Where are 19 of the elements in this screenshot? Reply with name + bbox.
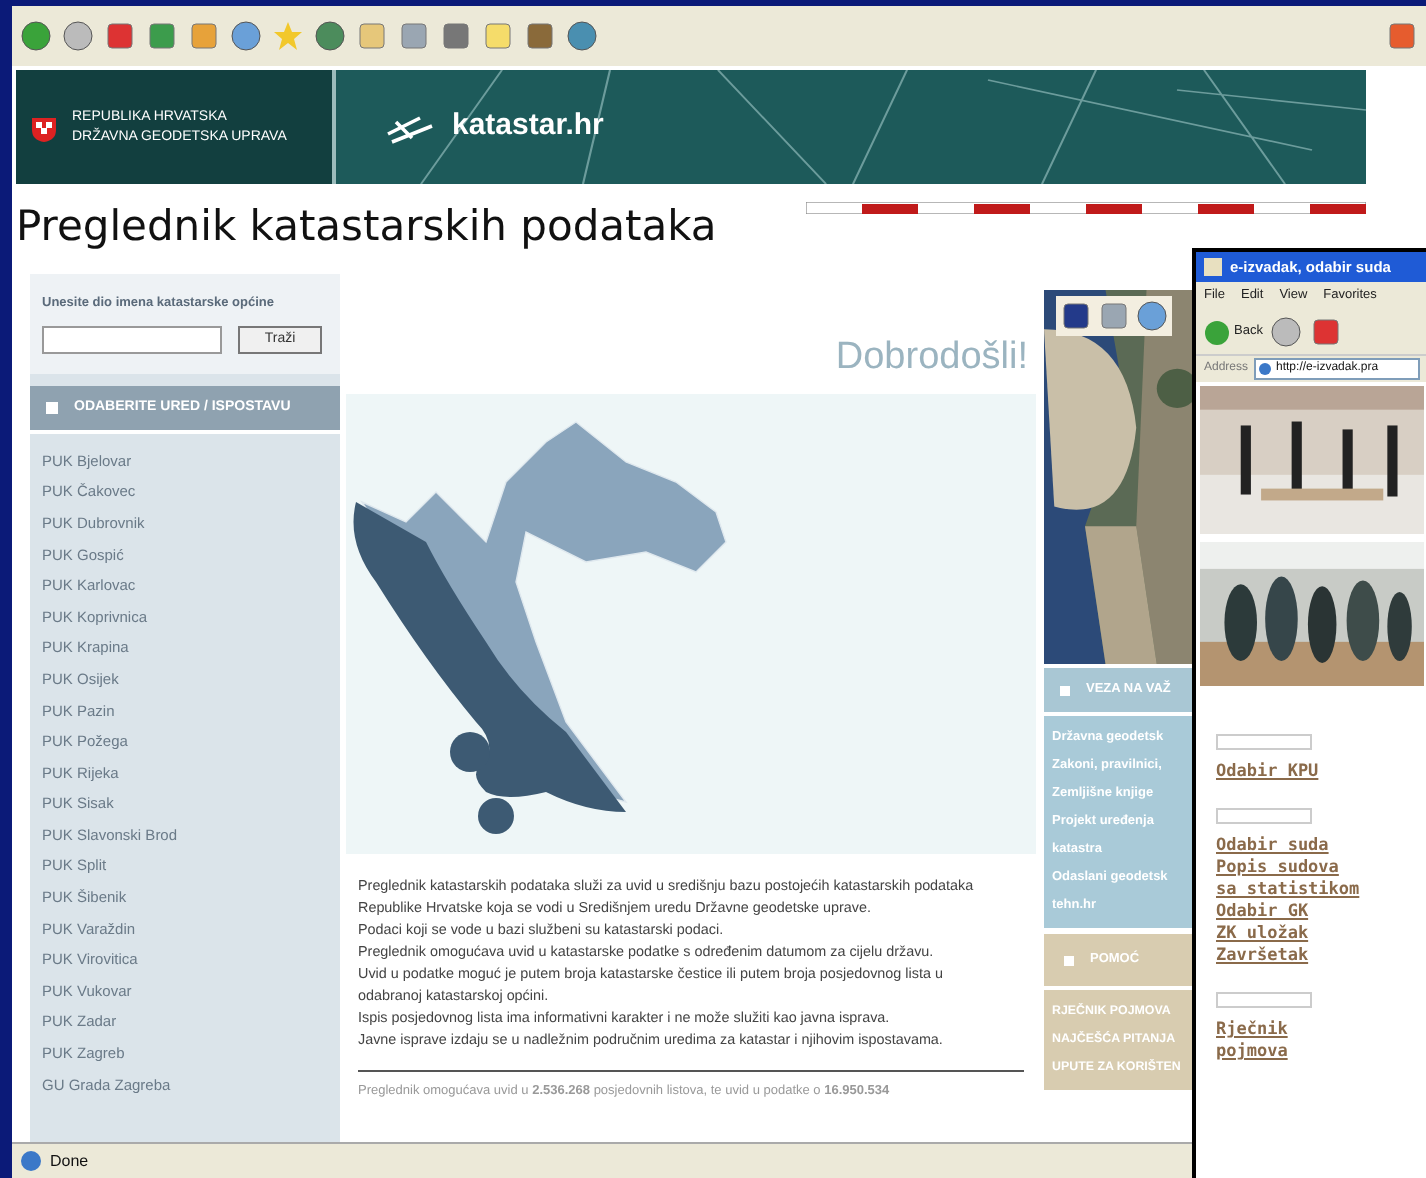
page-title: Preglednik katastarskih podataka (14, 200, 719, 254)
nav-link[interactable]: Odabir suda (1216, 836, 1426, 858)
status-text: Done (50, 1149, 89, 1173)
bullet-icon (46, 401, 58, 414)
nav-link[interactable]: Odabir GK (1216, 902, 1426, 924)
nav-link[interactable]: Popis sudova (1216, 858, 1426, 880)
nav-link[interactable]: Odabir KPU (1216, 762, 1426, 784)
nav-link[interactable]: Rječnik (1216, 1020, 1426, 1042)
coat-of-arms-icon (32, 113, 56, 141)
welcome-heading: Dobrodošli! (835, 333, 1028, 381)
nav-link[interactable]: ZK uložak (1216, 924, 1426, 946)
nav-link[interactable]: pojmova (1216, 1042, 1426, 1064)
search-field[interactable] (42, 325, 222, 354)
star-icon[interactable] (272, 20, 304, 52)
nav-link[interactable]: sa statistikom (1216, 880, 1426, 902)
site-logo: katastar.hr (452, 106, 604, 147)
bullet-icon (1060, 685, 1070, 695)
nav-link[interactable]: Završetak (1216, 946, 1426, 968)
bullet-icon (1064, 955, 1074, 965)
